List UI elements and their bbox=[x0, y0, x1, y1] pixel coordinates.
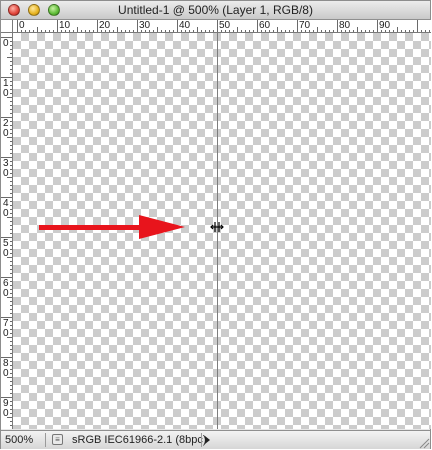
ruler-tick bbox=[377, 20, 378, 32]
ruler-tick bbox=[137, 20, 138, 32]
ruler-origin[interactable] bbox=[1, 20, 13, 33]
status-bar: 500% ≡ sRGB IEC61966-2.1 (8bpc) bbox=[1, 430, 430, 449]
zoom-level[interactable]: 500% bbox=[5, 434, 45, 446]
red-arrow bbox=[39, 215, 185, 239]
vertical-ruler[interactable]: 01 02 03 04 05 06 07 08 09 0 bbox=[1, 33, 13, 429]
ruler-tick bbox=[297, 20, 298, 32]
document-icon[interactable]: ≡ bbox=[52, 434, 63, 445]
canvas[interactable] bbox=[13, 33, 431, 429]
ruler-tick bbox=[337, 20, 338, 32]
ruler-tick bbox=[257, 20, 258, 32]
ruler-tick bbox=[97, 20, 98, 32]
ruler-tick bbox=[217, 20, 218, 32]
ruler-tick bbox=[57, 20, 58, 32]
horizontal-ruler[interactable]: 0 10 20 30 40 50 60 70 80 90 bbox=[13, 20, 431, 33]
ruler-tick bbox=[177, 20, 178, 32]
status-menu-arrow-icon[interactable] bbox=[201, 433, 213, 447]
ruler-tick bbox=[417, 20, 418, 32]
window-title: Untitled-1 @ 500% (Layer 1, RGB/8) bbox=[118, 3, 313, 17]
color-profile: sRGB IEC61966-2.1 (8bpc) bbox=[72, 434, 207, 446]
status-divider bbox=[45, 433, 46, 447]
title-bar[interactable]: Untitled-1 @ 500% (Layer 1, RGB/8) bbox=[1, 1, 430, 20]
canvas-overlay bbox=[39, 215, 224, 239]
ruler-tick bbox=[17, 20, 18, 32]
resize-grip-icon[interactable] bbox=[416, 435, 430, 449]
document-window: Untitled-1 @ 500% (Layer 1, RGB/8) 0 10 20… bbox=[0, 0, 431, 449]
move-guide-cursor-icon bbox=[210, 222, 224, 232]
